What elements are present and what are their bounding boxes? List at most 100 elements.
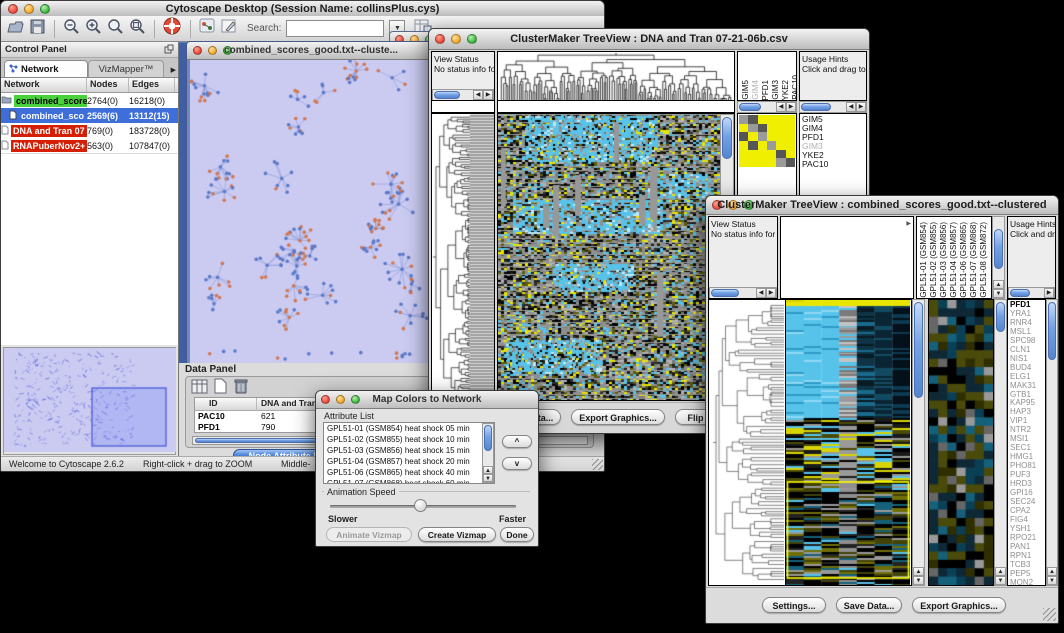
column-label[interactable]: GPL51-01 (GSM854) — [919, 222, 928, 298]
help-lifebuoy-icon[interactable] — [163, 17, 182, 41]
column-label[interactable]: GPL51-07 (GSM868) — [969, 222, 978, 298]
column-label[interactable]: GPL51-08 (GSM872) — [979, 222, 988, 298]
birdseye-canvas[interactable] — [4, 348, 176, 452]
network-row-selected[interactable]: combined_sco 2569(6) 13112(15) — [1, 108, 178, 123]
network-row[interactable]: combined_scores 2764(0) 16218(0) — [1, 93, 178, 108]
attribute-option[interactable]: GPL51-07 (GSM868) heat shock 60 min — [324, 478, 494, 484]
matrix-cell[interactable] — [748, 141, 757, 150]
matrix-cell[interactable] — [767, 141, 776, 150]
zoom-out-icon[interactable] — [63, 18, 80, 40]
view-status-hscrollbar[interactable]: ◀ ▶ — [709, 287, 777, 299]
move-down-button[interactable]: v — [502, 457, 532, 470]
zoom-fit-icon[interactable] — [107, 18, 124, 40]
view-status-hscrollbar[interactable]: ◀ ▶ — [432, 89, 494, 101]
attribute-listbox[interactable]: GPL51-01 (GSM854) heat shock 05 minGPL51… — [323, 422, 495, 484]
attribute-list-vscrollbar[interactable]: ▲ ▼ — [482, 423, 494, 483]
resize-grip[interactable] — [592, 459, 603, 470]
panel-expand-arrow[interactable]: ▶ — [906, 220, 911, 227]
matrix-cell[interactable] — [767, 132, 776, 141]
col-network[interactable]: Network — [1, 78, 87, 92]
row-dendrogram-canvas[interactable] — [432, 114, 494, 400]
matrix-cell[interactable] — [739, 150, 748, 159]
matrix-cell[interactable] — [748, 132, 757, 141]
treeview2-heatmap[interactable] — [786, 299, 912, 586]
heatmap-canvas[interactable] — [786, 300, 910, 585]
matrix-cell[interactable] — [739, 141, 748, 150]
annotation-tool-icon[interactable] — [221, 18, 238, 39]
column-label[interactable]: YKE2 — [781, 80, 790, 100]
cluster-similarity-matrix[interactable] — [739, 115, 795, 167]
treeview2-zoom-heatmap[interactable] — [928, 299, 994, 586]
heatmap-canvas[interactable] — [498, 114, 720, 400]
matrix-hscrollbar[interactable]: ◀ ▶ — [737, 101, 797, 113]
attribute-option[interactable]: GPL51-02 (GSM855) heat shock 10 min — [324, 434, 494, 445]
matrix-cell[interactable] — [739, 124, 748, 133]
column-label[interactable]: GIM3 — [771, 80, 780, 100]
column-label[interactable]: GPL51-04 (GSM857) — [949, 222, 958, 298]
matrix-cell[interactable] — [748, 124, 757, 133]
usage-hints-hscrollbar[interactable]: ◀ ▶ — [799, 101, 867, 113]
col-id[interactable]: ID — [195, 398, 257, 410]
treeview1-column-dendrogram[interactable] — [497, 51, 735, 101]
matrix-cell[interactable] — [758, 132, 767, 141]
create-vizmap-button[interactable]: Create Vizmap — [418, 527, 496, 542]
treeview2-titlebar[interactable]: ClusterMaker TreeView : combined_scores_… — [706, 196, 1058, 215]
attribute-option[interactable]: GPL51-04 (GSM857) heat shock 20 min — [324, 456, 494, 467]
matrix-cell[interactable] — [748, 150, 757, 159]
matrix-cell[interactable] — [786, 150, 795, 159]
network-row[interactable]: DNA and Tran 07 769(0) 183728(0) — [1, 123, 178, 138]
matrix-cell[interactable] — [776, 132, 785, 141]
matrix-cell[interactable] — [739, 158, 748, 167]
matrix-cell[interactable] — [786, 132, 795, 141]
column-label[interactable]: GPL51-02 (GSM855) — [929, 222, 938, 298]
matrix-cell[interactable] — [739, 132, 748, 141]
matrix-cell[interactable] — [758, 141, 767, 150]
matrix-cell[interactable] — [758, 115, 767, 124]
treeview1-row-dendrogram[interactable] — [431, 113, 495, 401]
matrix-cell[interactable] — [767, 150, 776, 159]
matrix-cell[interactable] — [767, 158, 776, 167]
matrix-cell[interactable] — [767, 115, 776, 124]
treeview2-column-dendrogram[interactable]: ▶ — [780, 216, 914, 299]
network-canvas-1[interactable] — [190, 60, 430, 364]
save-data-button[interactable]: Save Data... — [836, 597, 902, 613]
matrix-cell[interactable] — [776, 124, 785, 133]
save-session-icon[interactable] — [30, 19, 46, 39]
tab-vizmapper[interactable]: VizMapper™ — [88, 60, 164, 77]
matrix-cell[interactable] — [776, 150, 785, 159]
cytoscape-titlebar[interactable]: Cytoscape Desktop (Session Name: collins… — [1, 1, 604, 17]
table-icon[interactable] — [191, 379, 208, 399]
row-dendrogram-canvas[interactable] — [709, 300, 785, 585]
float-panel-icon[interactable] — [164, 41, 174, 59]
column-labels-vscrollbar[interactable]: ▲ ▼ — [992, 216, 1005, 299]
treeview1-heatmap[interactable]: ▲ ▼ — [497, 113, 735, 401]
matrix-cell[interactable] — [748, 115, 757, 124]
treeview1-titlebar[interactable]: ClusterMaker TreeView : DNA and Tran 07-… — [429, 29, 869, 50]
export-graphics-button[interactable]: Export Graphics... — [571, 409, 665, 425]
matrix-cell[interactable] — [786, 158, 795, 167]
trash-icon[interactable] — [234, 378, 248, 399]
treeview2-row-dendrogram[interactable] — [708, 299, 786, 586]
resize-grip[interactable] — [1043, 608, 1056, 621]
animate-vizmap-button[interactable]: Animate Vizmap — [326, 527, 412, 542]
gene-label[interactable]: PAC10 — [802, 160, 866, 169]
tab-overflow-arrow[interactable]: ▶ — [171, 66, 176, 74]
new-document-icon[interactable] — [214, 378, 227, 399]
zoom-in-icon[interactable] — [85, 18, 102, 40]
matrix-cell[interactable] — [739, 115, 748, 124]
move-up-button[interactable]: ^ — [502, 435, 532, 448]
settings-button[interactable]: Settings... — [762, 597, 826, 613]
zoom-vscrollbar[interactable]: ▲ ▼ — [994, 299, 1007, 586]
column-dendrogram-canvas[interactable] — [498, 52, 734, 100]
matrix-cell[interactable] — [748, 158, 757, 167]
column-label[interactable]: GIM4 — [751, 80, 760, 100]
matrix-cell[interactable] — [786, 115, 795, 124]
speed-slider-thumb[interactable] — [414, 499, 427, 512]
birdseye-view[interactable] — [3, 347, 176, 455]
column-label[interactable]: GIM5 — [741, 80, 750, 100]
matrix-cell[interactable] — [758, 124, 767, 133]
network-row[interactable]: RNAPuberNov2+ 563(0) 107847(0) — [1, 138, 178, 153]
matrix-cell[interactable] — [776, 141, 785, 150]
search-input[interactable] — [286, 20, 384, 37]
zoom-heatmap-canvas[interactable] — [929, 300, 993, 585]
